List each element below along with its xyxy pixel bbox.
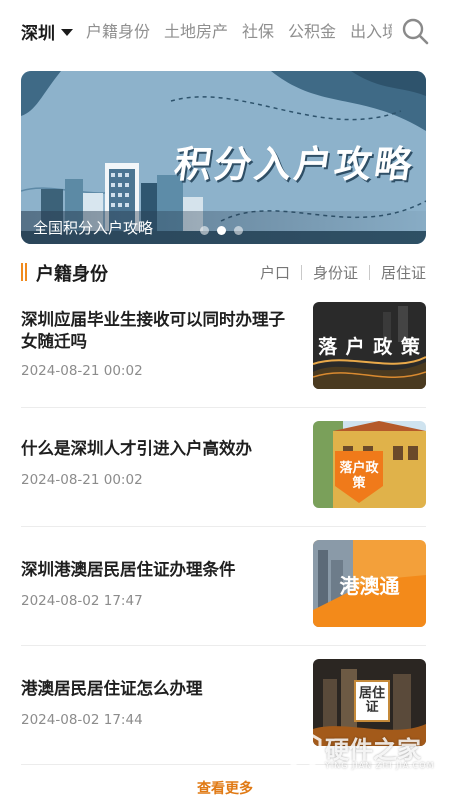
divider bbox=[368, 265, 370, 280]
watermark-subtext: YING JIAN ZHI JIA.COM bbox=[325, 761, 435, 770]
thumb-text: 港澳通 bbox=[339, 574, 400, 598]
tab-category[interactable]: 出入境 bbox=[350, 19, 392, 45]
search-icon[interactable] bbox=[400, 16, 430, 46]
banner-title: 积分入户攻略 bbox=[171, 143, 418, 186]
section-tabs: 户口 身份证 居住证 bbox=[260, 262, 426, 283]
caret-down-icon bbox=[61, 28, 73, 36]
tab-id-card[interactable]: 身份证 bbox=[313, 262, 358, 283]
tab-hukou[interactable]: 户口 bbox=[260, 262, 290, 283]
article-title: 什么是深圳人才引进入户高效办 bbox=[21, 439, 252, 458]
carousel-dot[interactable] bbox=[200, 226, 209, 235]
thumb-text: 落户政策 bbox=[339, 461, 379, 491]
article-item[interactable]: 深圳应届毕业生接收可以同时办理子女随迁吗 2024-08-21 00:02 落 … bbox=[21, 288, 426, 408]
article-date: 2024-08-21 00:02 bbox=[21, 363, 143, 379]
tab-residence-permit[interactable]: 居住证 bbox=[381, 262, 426, 283]
watermark-text: 硬件之家 bbox=[325, 736, 421, 764]
article-thumbnail: 落 户 政 策 bbox=[313, 302, 426, 389]
article-title: 深圳港澳居民居住证办理条件 bbox=[21, 560, 236, 579]
carousel-dot[interactable] bbox=[234, 226, 243, 235]
watermark-logo-icon bbox=[284, 728, 322, 772]
watermark: 硬件之家 YING JIAN ZHI JIA.COM bbox=[283, 726, 443, 776]
section-accent-bar bbox=[21, 263, 27, 281]
carousel-indicator bbox=[200, 226, 243, 235]
article-item[interactable]: 什么是深圳人才引进入户高效办 2024-08-21 00:02 落户政策 bbox=[21, 407, 426, 527]
tab-category[interactable]: 户籍身份 bbox=[86, 19, 150, 45]
thumb-text: 居住证 bbox=[358, 686, 385, 715]
article-title: 深圳应届毕业生接收可以同时办理子女随迁吗 bbox=[21, 310, 285, 351]
article-date: 2024-08-02 17:44 bbox=[21, 712, 143, 728]
article-date: 2024-08-02 17:47 bbox=[21, 593, 143, 609]
tab-category[interactable]: 土地房产 bbox=[164, 19, 228, 45]
top-nav: 深圳 户籍身份 土地房产 社保 公积金 出入境 bbox=[0, 0, 450, 62]
view-more-link[interactable]: 查看更多 bbox=[0, 778, 450, 798]
article-thumbnail: 落户政策 bbox=[313, 421, 426, 508]
city-selector[interactable]: 深圳 bbox=[21, 19, 73, 44]
article-thumbnail: 港澳通 bbox=[313, 540, 426, 627]
section-header: 户籍身份 户口 身份证 居住证 bbox=[21, 258, 426, 286]
section-title: 户籍身份 bbox=[36, 264, 108, 285]
tab-category[interactable]: 公积金 bbox=[288, 19, 336, 45]
carousel-dot-active[interactable] bbox=[217, 226, 226, 235]
article-title: 港澳居民居住证怎么办理 bbox=[21, 679, 203, 698]
tab-category[interactable]: 社保 bbox=[242, 19, 274, 45]
city-label: 深圳 bbox=[21, 23, 55, 44]
divider bbox=[300, 265, 302, 280]
banner-caption-text: 全国积分入户攻略 bbox=[33, 219, 154, 237]
category-tabs: 户籍身份 土地房产 社保 公积金 出入境 bbox=[86, 19, 392, 45]
article-date: 2024-08-21 00:02 bbox=[21, 472, 143, 488]
thumb-text: 落 户 政 策 bbox=[318, 336, 421, 358]
article-item[interactable]: 深圳港澳居民居住证办理条件 2024-08-02 17:47 港澳通 bbox=[21, 526, 426, 646]
